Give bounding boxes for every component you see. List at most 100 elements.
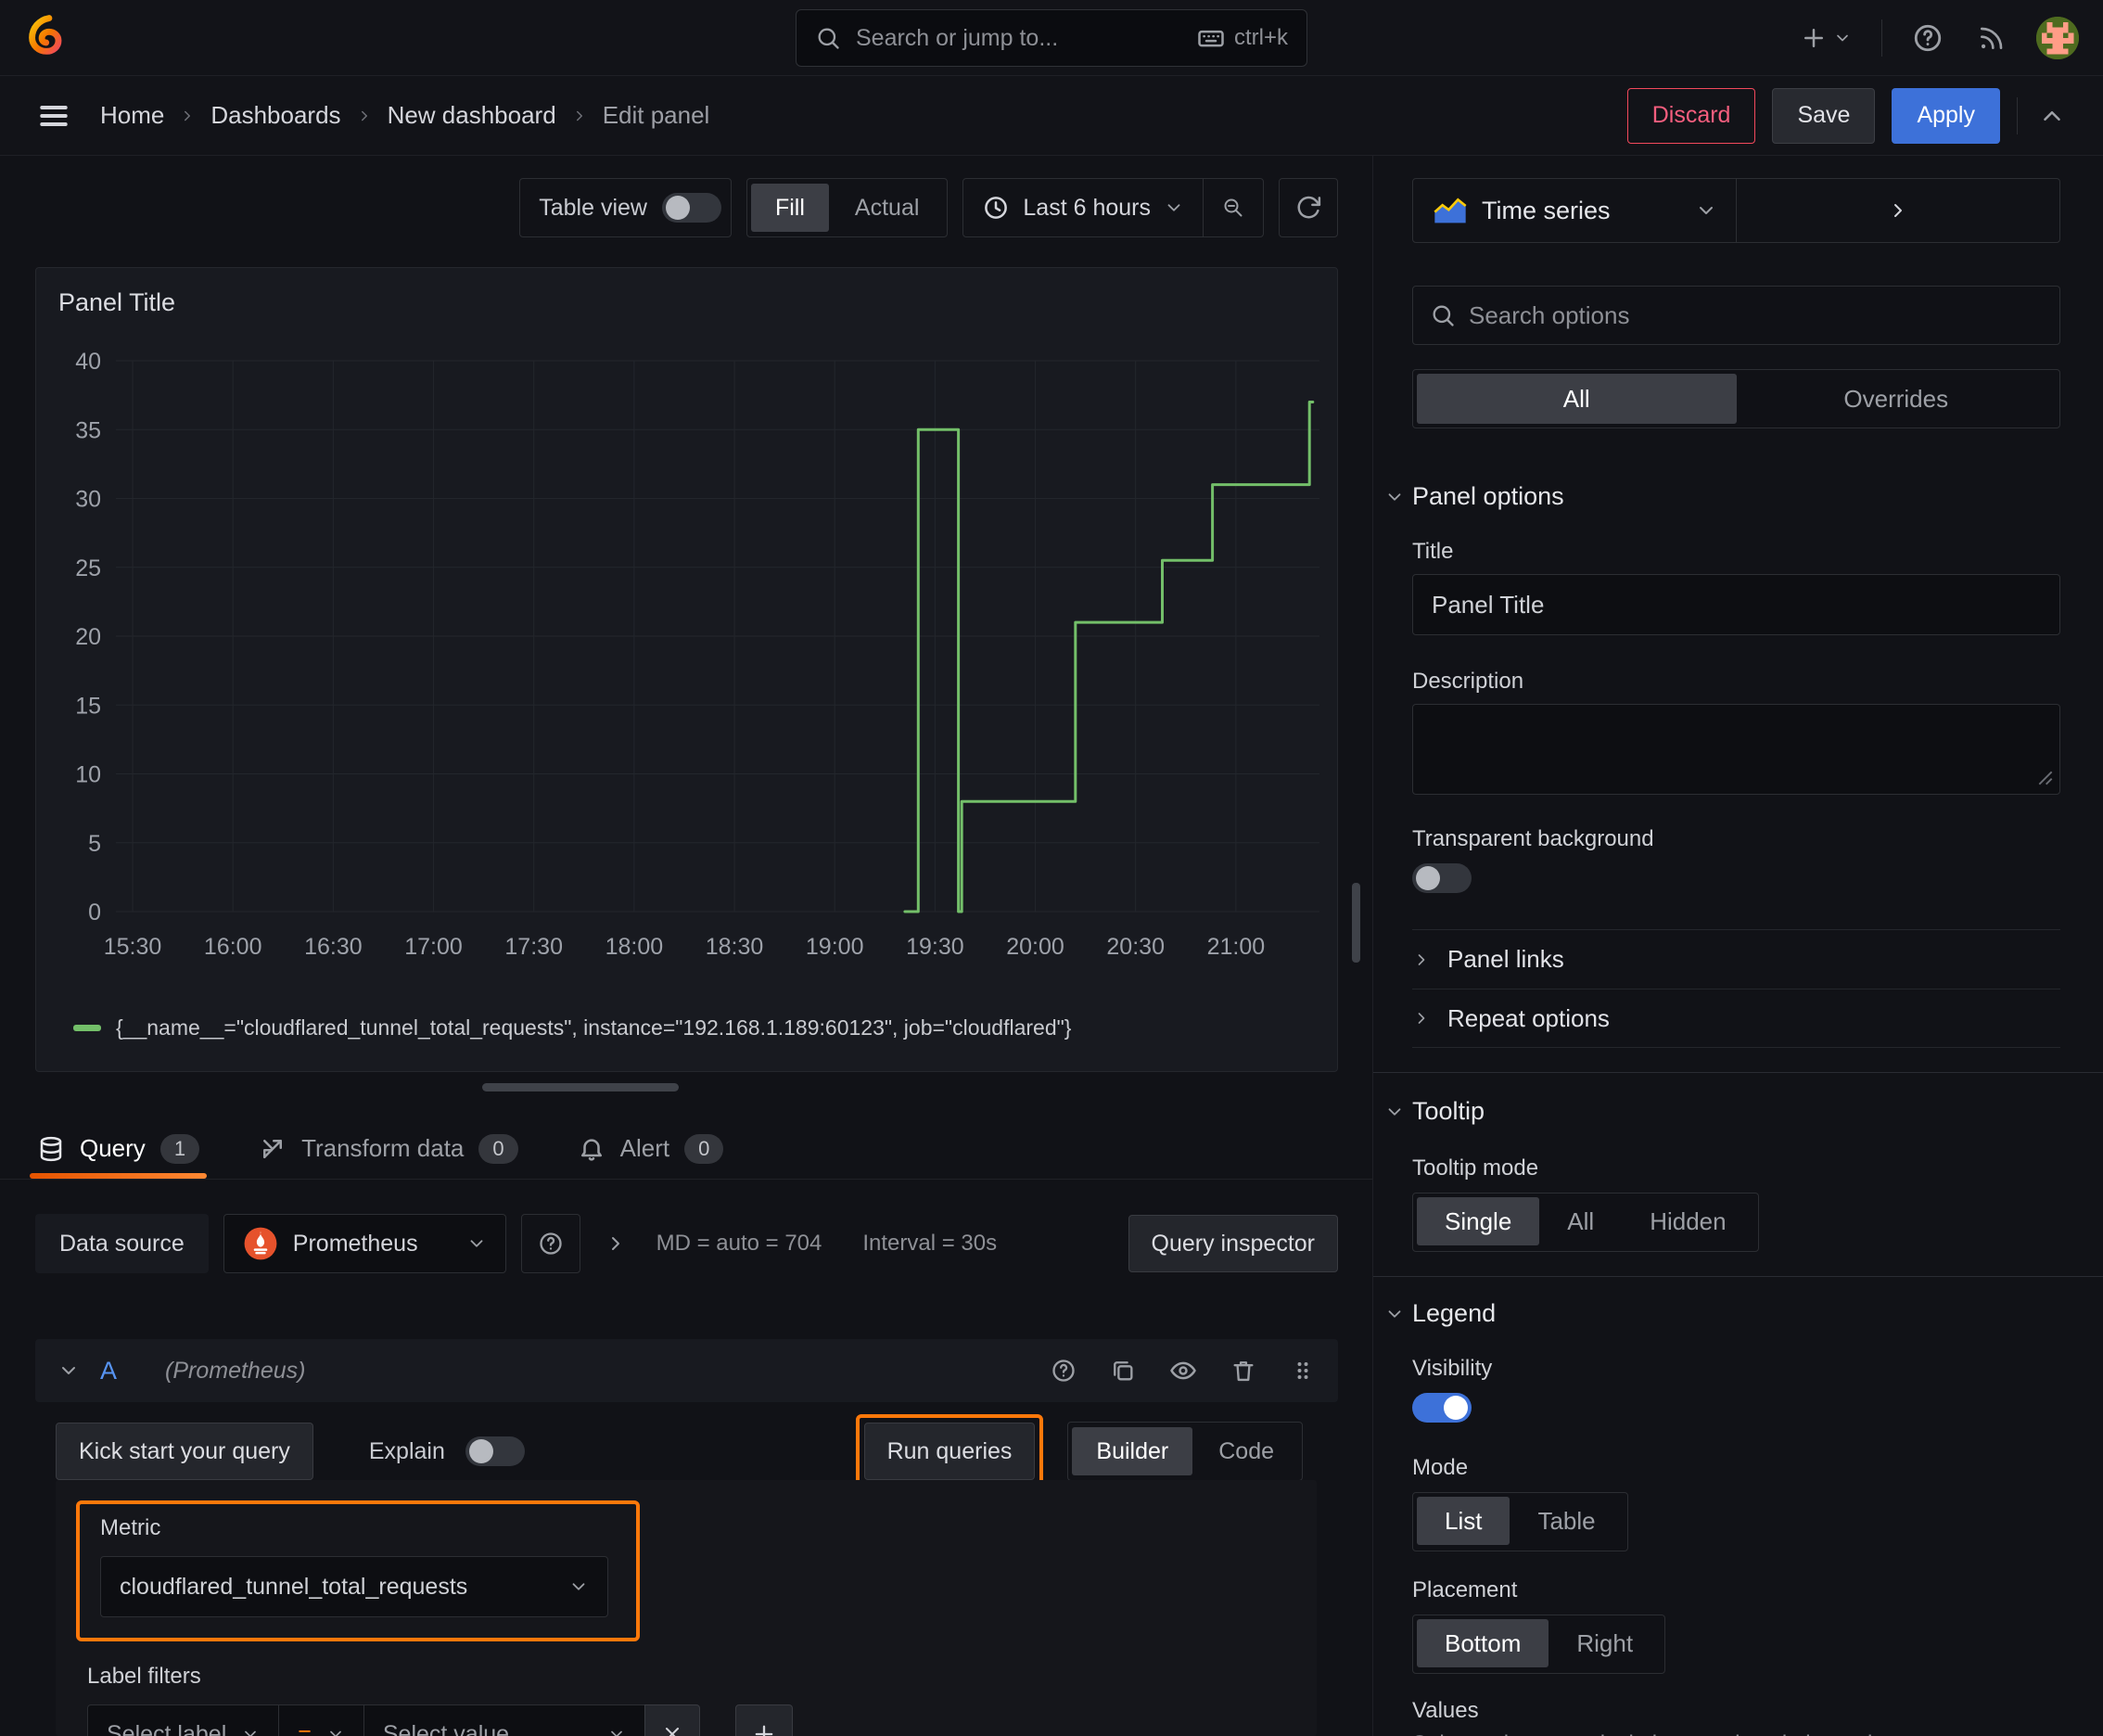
panel-title-input[interactable] bbox=[1412, 574, 2060, 635]
legend-mode-list[interactable]: List bbox=[1417, 1497, 1510, 1545]
search-placeholder: Search or jump to... bbox=[856, 24, 1059, 51]
panel-options-header[interactable]: Panel options bbox=[1388, 482, 2060, 511]
operator-dropdown[interactable]: = bbox=[278, 1704, 364, 1736]
tooltip-header[interactable]: Tooltip bbox=[1388, 1097, 2060, 1126]
table-view-toggle[interactable] bbox=[661, 193, 721, 223]
query-help-icon[interactable] bbox=[1051, 1358, 1077, 1384]
new-menu-button[interactable] bbox=[1796, 20, 1855, 56]
run-queries-button[interactable]: Run queries bbox=[863, 1423, 1036, 1480]
select-value-dropdown[interactable]: Select value bbox=[363, 1704, 646, 1736]
label-filters-row: Select label = Select value bbox=[87, 1704, 1285, 1736]
vertical-scrollbar[interactable] bbox=[1352, 883, 1360, 963]
code-option[interactable]: Code bbox=[1194, 1427, 1298, 1475]
query-inspector-button[interactable]: Query inspector bbox=[1128, 1215, 1338, 1272]
explain-toggle[interactable] bbox=[465, 1436, 525, 1466]
zoom-out-time-button[interactable] bbox=[1204, 179, 1263, 236]
svg-text:19:30: 19:30 bbox=[906, 934, 964, 960]
tooltip-mode-single[interactable]: Single bbox=[1417, 1197, 1540, 1245]
legend-series-label[interactable]: {__name__="cloudflared_tunnel_total_requ… bbox=[116, 1015, 1071, 1040]
max-data-points: MD = auto = 704 bbox=[656, 1231, 822, 1256]
panel-resize-handle[interactable] bbox=[482, 1083, 679, 1091]
legend-swatch[interactable] bbox=[73, 1025, 101, 1031]
tooltip-mode-hidden[interactable]: Hidden bbox=[1622, 1197, 1753, 1245]
repeat-options-label: Repeat options bbox=[1447, 1003, 1610, 1032]
apply-button[interactable]: Apply bbox=[1892, 87, 2000, 144]
chevron-right-icon bbox=[1894, 204, 1902, 217]
drag-query-icon[interactable] bbox=[1290, 1358, 1316, 1384]
transform-icon bbox=[263, 1139, 283, 1158]
fill-option[interactable]: Fill bbox=[750, 184, 829, 232]
global-search-input[interactable]: Search or jump to... ctrl+k bbox=[796, 9, 1307, 67]
save-button[interactable]: Save bbox=[1772, 87, 1876, 144]
discard-button[interactable]: Discard bbox=[1626, 87, 1756, 144]
options-scope-tabs: All Overrides bbox=[1412, 369, 2060, 428]
chevron-right-icon bbox=[361, 110, 367, 121]
legend-placement-bottom[interactable]: Bottom bbox=[1417, 1619, 1549, 1667]
title-field-label: Title bbox=[1412, 539, 1454, 564]
description-textarea[interactable] bbox=[1412, 704, 2060, 795]
select-label-dropdown[interactable]: Select label bbox=[87, 1704, 280, 1736]
resize-grip-icon[interactable] bbox=[2038, 771, 2053, 785]
remove-filter-button[interactable] bbox=[644, 1704, 701, 1736]
tab-transform-data[interactable]: Transform data 0 bbox=[259, 1118, 518, 1179]
panel-links-section[interactable]: Panel links bbox=[1412, 929, 2060, 989]
clock-icon bbox=[985, 197, 1008, 219]
grafana-logo[interactable] bbox=[28, 14, 69, 61]
add-filter-button[interactable] bbox=[735, 1704, 794, 1736]
breadcrumb-home[interactable]: Home bbox=[100, 101, 164, 130]
breadcrumb-dashboards[interactable]: Dashboards bbox=[210, 101, 340, 130]
time-range-button[interactable]: Last 6 hours bbox=[963, 179, 1203, 236]
topbar-divider bbox=[1881, 19, 1882, 57]
datasource-picker[interactable]: Prometheus bbox=[223, 1214, 506, 1273]
expand-options-chevron-icon[interactable] bbox=[605, 1232, 627, 1255]
tab-all[interactable]: All bbox=[1417, 374, 1737, 424]
mega-menu-button[interactable] bbox=[33, 96, 74, 136]
chevron-up-icon bbox=[2044, 110, 2060, 121]
delete-query-icon[interactable] bbox=[1230, 1358, 1256, 1384]
options-search-input[interactable] bbox=[1469, 300, 2043, 330]
transform-count-badge: 0 bbox=[478, 1133, 518, 1164]
query-row-header[interactable]: A (Prometheus) bbox=[35, 1339, 1338, 1402]
datasource-help-button[interactable] bbox=[520, 1214, 580, 1273]
panel-view-toolbar: Table view Fill Actual Last 6 hours bbox=[519, 178, 1338, 237]
plus-icon bbox=[755, 1725, 773, 1736]
builder-option[interactable]: Builder bbox=[1072, 1427, 1193, 1475]
svg-text:30: 30 bbox=[75, 487, 101, 513]
tab-overrides[interactable]: Overrides bbox=[1737, 374, 2057, 424]
legend-header[interactable]: Legend bbox=[1388, 1299, 2060, 1328]
breadcrumb-new-dashboard[interactable]: New dashboard bbox=[388, 101, 556, 130]
duplicate-query-icon[interactable] bbox=[1110, 1358, 1136, 1384]
hide-query-icon[interactable] bbox=[1169, 1357, 1197, 1385]
time-range-control: Last 6 hours bbox=[962, 178, 1264, 237]
datasource-name: Prometheus bbox=[292, 1230, 418, 1257]
database-icon bbox=[40, 1136, 62, 1161]
refresh-button[interactable] bbox=[1279, 178, 1338, 237]
options-search[interactable] bbox=[1412, 286, 2060, 345]
help-icon bbox=[1914, 24, 1942, 52]
news-button[interactable] bbox=[1973, 19, 2010, 57]
tooltip-mode-all[interactable]: All bbox=[1539, 1197, 1622, 1245]
tooltip-mode-control: Single All Hidden bbox=[1412, 1193, 1759, 1252]
legend-visibility-toggle[interactable] bbox=[1412, 1393, 1472, 1423]
transparent-bg-label: Transparent background bbox=[1412, 826, 1654, 851]
collapse-query-chevron-icon[interactable] bbox=[57, 1359, 80, 1382]
tab-alert-label: Alert bbox=[619, 1134, 670, 1162]
chevron-down-icon bbox=[1388, 1309, 1401, 1318]
svg-text:17:30: 17:30 bbox=[504, 934, 563, 960]
metric-select[interactable]: cloudflared_tunnel_total_requests bbox=[100, 1556, 608, 1617]
transparent-bg-toggle[interactable] bbox=[1412, 863, 1472, 893]
legend-placement-right[interactable]: Right bbox=[1549, 1619, 1661, 1667]
visualization-select[interactable]: Time series bbox=[1412, 178, 2060, 243]
repeat-options-section[interactable]: Repeat options bbox=[1412, 989, 2060, 1048]
kick-start-button[interactable]: Kick start your query bbox=[56, 1423, 313, 1480]
collapse-header-button[interactable] bbox=[2034, 98, 2070, 134]
panel-links-label: Panel links bbox=[1447, 945, 1564, 973]
tab-query[interactable]: Query 1 bbox=[29, 1118, 208, 1179]
viz-suggestions-button[interactable] bbox=[1737, 179, 2059, 242]
user-avatar[interactable] bbox=[2036, 17, 2079, 59]
chevron-down-icon bbox=[245, 1730, 257, 1736]
help-button[interactable] bbox=[1908, 19, 1947, 57]
tab-alert[interactable]: Alert 0 bbox=[578, 1118, 724, 1179]
legend-mode-table[interactable]: Table bbox=[1510, 1497, 1623, 1545]
actual-option[interactable]: Actual bbox=[831, 184, 943, 232]
